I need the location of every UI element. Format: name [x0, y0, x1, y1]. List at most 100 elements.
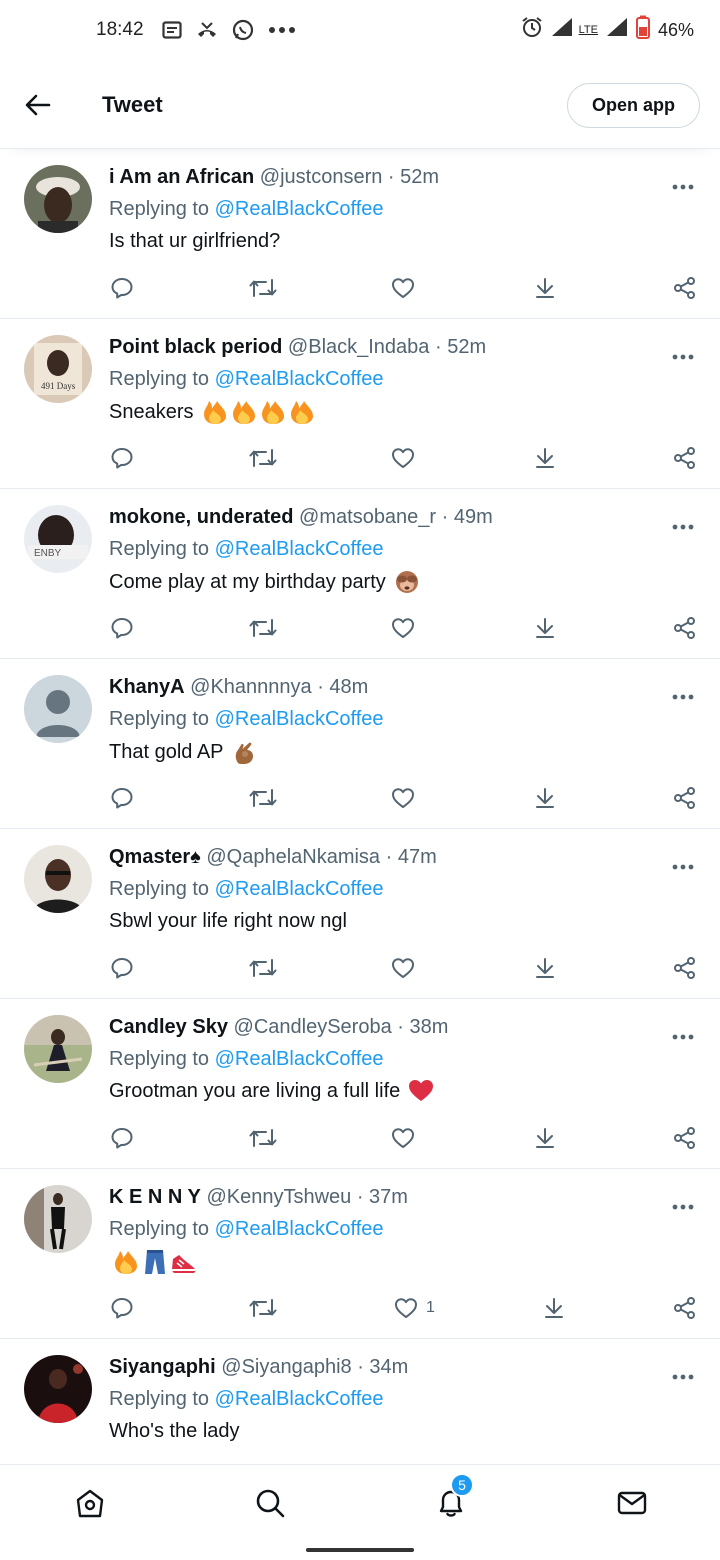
like-button[interactable]	[391, 1123, 415, 1153]
nav-search[interactable]	[250, 1483, 290, 1523]
more-options-button[interactable]	[672, 857, 694, 875]
home-indicator[interactable]	[306, 1548, 414, 1552]
bookmark-download-button[interactable]	[533, 273, 557, 303]
like-button[interactable]	[391, 783, 415, 813]
author-handle[interactable]: @CandleySeroba	[234, 1016, 392, 1038]
mention-link[interactable]: @RealBlackCoffee	[215, 368, 384, 390]
avatar[interactable]	[24, 1015, 92, 1083]
bookmark-download-button[interactable]	[533, 443, 557, 473]
more-options-button[interactable]	[672, 687, 694, 705]
reply-button[interactable]	[110, 783, 134, 813]
reply-button[interactable]	[110, 1123, 134, 1153]
mention-link[interactable]: @RealBlackCoffee	[215, 198, 384, 220]
avatar[interactable]	[24, 1185, 92, 1253]
mention-link[interactable]: @RealBlackCoffee	[215, 1048, 384, 1070]
tweet[interactable]: i Am an African @justconsern · 52m Reply…	[0, 148, 720, 318]
tweet[interactable]: Candley Sky @CandleySeroba · 38m Replyin…	[0, 998, 720, 1168]
like-button[interactable]	[391, 613, 415, 643]
share-button[interactable]	[673, 613, 697, 643]
author-name[interactable]: KhanyA	[109, 676, 185, 698]
author-handle[interactable]: @Siyangaphi8	[221, 1356, 351, 1378]
author-handle[interactable]: @justconsern	[260, 166, 383, 188]
share-button[interactable]	[673, 273, 697, 303]
tweet-actions	[0, 1123, 720, 1153]
author-handle[interactable]: @Black_Indaba	[288, 336, 430, 358]
avatar[interactable]: ENBY	[24, 505, 92, 573]
like-button[interactable]: 1	[394, 1293, 435, 1323]
replying-to: Replying to @RealBlackCoffee	[109, 707, 384, 731]
more-options-button[interactable]	[672, 517, 694, 535]
tweet-text	[109, 1249, 199, 1275]
share-button[interactable]	[673, 1293, 697, 1323]
author-name[interactable]: mokone, underated	[109, 506, 293, 528]
tweet[interactable]: K E N N Y @KennyTshweu · 37m Replying to…	[0, 1168, 720, 1338]
mention-link[interactable]: @RealBlackCoffee	[215, 1388, 384, 1410]
avatar[interactable]	[24, 165, 92, 233]
mention-link[interactable]: @RealBlackCoffee	[215, 538, 384, 560]
retweet-button[interactable]	[249, 1123, 277, 1153]
reply-button[interactable]	[110, 443, 134, 473]
reply-button[interactable]	[110, 273, 134, 303]
back-button[interactable]	[18, 85, 58, 125]
tweet[interactable]: 491 Days Point black period @Black_Indab…	[0, 318, 720, 488]
author-handle[interactable]: @KennyTshweu	[206, 1186, 351, 1208]
more-options-button[interactable]	[672, 1027, 694, 1045]
avatar[interactable]	[24, 1355, 92, 1423]
like-count: 1	[426, 1299, 435, 1316]
author-name[interactable]: Qmaster♠	[109, 846, 201, 868]
more-options-button[interactable]	[672, 177, 694, 195]
retweet-button[interactable]	[249, 953, 277, 983]
bookmark-download-button[interactable]	[533, 613, 557, 643]
like-button[interactable]	[391, 953, 415, 983]
author-handle[interactable]: @QaphelaNkamisa	[206, 846, 380, 868]
mention-link[interactable]: @RealBlackCoffee	[215, 878, 384, 900]
author-name[interactable]: i Am an African	[109, 166, 254, 188]
nav-home[interactable]	[70, 1483, 110, 1523]
like-button[interactable]	[391, 443, 415, 473]
more-options-button[interactable]	[672, 1367, 694, 1385]
bookmark-download-button[interactable]	[533, 1123, 557, 1153]
nav-messages[interactable]	[612, 1483, 652, 1523]
retweet-button[interactable]	[249, 443, 277, 473]
share-icon	[674, 277, 695, 299]
reply-button[interactable]	[110, 613, 134, 643]
retweet-button[interactable]	[249, 273, 277, 303]
avatar[interactable]	[24, 675, 92, 743]
heart-icon	[392, 618, 414, 638]
retweet-button[interactable]	[249, 1293, 277, 1323]
bookmark-download-button[interactable]	[542, 1293, 566, 1323]
fire-emoji-group	[203, 401, 313, 424]
avatar[interactable]	[24, 845, 92, 913]
share-button[interactable]	[673, 953, 697, 983]
share-button[interactable]	[673, 443, 697, 473]
author-name[interactable]: K E N N Y	[109, 1186, 201, 1208]
retweet-button[interactable]	[249, 613, 277, 643]
bookmark-download-button[interactable]	[533, 953, 557, 983]
mention-link[interactable]: @RealBlackCoffee	[215, 708, 384, 730]
tweet[interactable]: ENBY mokone, underated @matsobane_r · 49…	[0, 488, 720, 658]
author-name[interactable]: Siyangaphi	[109, 1356, 216, 1378]
replying-to: Replying to @RealBlackCoffee	[109, 197, 384, 221]
reply-icon	[111, 618, 133, 639]
like-button[interactable]	[391, 273, 415, 303]
reply-button[interactable]	[110, 953, 134, 983]
author-name[interactable]: Candley Sky	[109, 1016, 228, 1038]
share-button[interactable]	[673, 1123, 697, 1153]
author-handle[interactable]: @Khannnnya	[190, 676, 312, 698]
more-options-button[interactable]	[672, 347, 694, 365]
open-app-button[interactable]: Open app	[566, 82, 700, 128]
avatar[interactable]: 491 Days	[24, 335, 92, 403]
more-options-button[interactable]	[672, 1197, 694, 1215]
author-handle[interactable]: @matsobane_r	[299, 506, 436, 528]
bookmark-download-button[interactable]	[533, 783, 557, 813]
tweet-time: · 49m	[441, 506, 493, 528]
tweet[interactable]: Qmaster♠ @QaphelaNkamisa · 47m Replying …	[0, 828, 720, 998]
share-icon	[674, 617, 695, 639]
reply-button[interactable]	[110, 1293, 134, 1323]
tweet[interactable]: KhanyA @Khannnnya · 48m Replying to @Rea…	[0, 658, 720, 828]
mention-link[interactable]: @RealBlackCoffee	[215, 1218, 384, 1240]
retweet-button[interactable]	[249, 783, 277, 813]
author-name[interactable]: Point black period	[109, 336, 282, 358]
tweet[interactable]: Siyangaphi @Siyangaphi8 · 34m Replying t…	[0, 1338, 720, 1466]
share-button[interactable]	[673, 783, 697, 813]
